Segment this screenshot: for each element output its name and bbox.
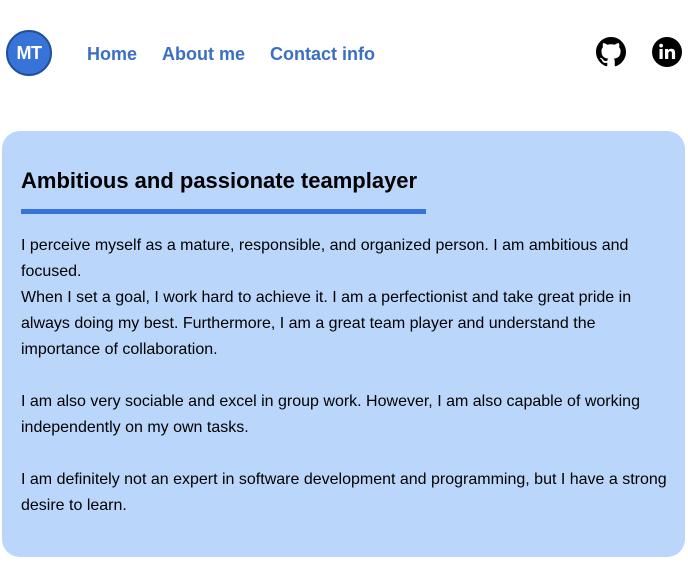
title-underline bbox=[21, 209, 426, 214]
about-paragraph: I perceive myself as a mature, responsib… bbox=[21, 237, 632, 358]
linkedin-icon[interactable] bbox=[652, 37, 682, 67]
nav-home-link[interactable]: Home bbox=[87, 44, 137, 64]
github-icon[interactable] bbox=[596, 37, 626, 67]
logo-badge[interactable]: MT bbox=[6, 30, 52, 76]
nav-contact-link[interactable]: Contact info bbox=[270, 44, 375, 64]
section-title: Ambitious and passionate teamplayer bbox=[21, 168, 418, 193]
logo-text: MT bbox=[16, 42, 43, 63]
about-text: I perceive myself as a mature, responsib… bbox=[21, 233, 671, 519]
about-paragraph: I am also very sociable and excel in gro… bbox=[21, 393, 640, 436]
about-paragraph: I am definitely not an expert in softwar… bbox=[21, 471, 667, 514]
social-links bbox=[596, 37, 682, 67]
main-nav: Home About me Contact info bbox=[87, 44, 375, 64]
nav-about-link[interactable]: About me bbox=[162, 44, 245, 64]
about-card: Ambitious and passionate teamplayer I pe… bbox=[2, 131, 685, 557]
